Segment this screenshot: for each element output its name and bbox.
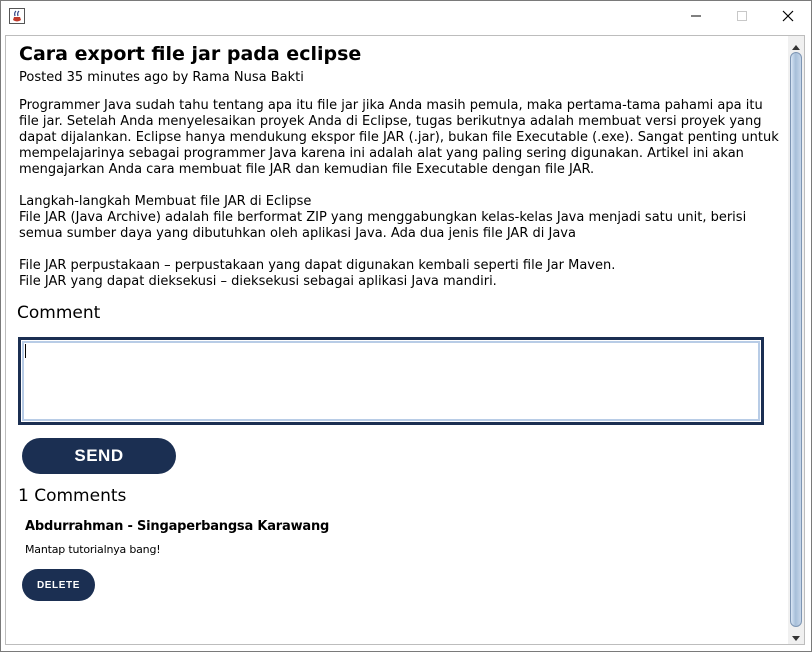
app-window: Cara export file jar pada eclipse Posted… [0,0,812,652]
comment-input[interactable] [18,337,764,425]
article-paragraph: File JAR (Java Archive) adalah file berf… [19,210,747,241]
minimize-button[interactable] [673,1,719,31]
vertical-scrollbar[interactable] [788,36,804,644]
article-paragraph: File JAR perpustakaan – perpustakaan yan… [19,258,616,273]
close-button[interactable] [765,1,811,31]
arrow-down-icon [792,627,800,646]
title-bar[interactable] [1,1,811,31]
maximize-button[interactable] [719,1,765,31]
scroll-up-button[interactable] [788,36,804,52]
article-meta: Posted 35 minutes ago by Rama Nusa Bakti [19,70,304,85]
article-title: Cara export file jar pada eclipse [19,43,362,65]
comment-text: Mantap tutorialnya bang! [25,543,161,556]
scrollbar-thumb[interactable] [790,52,802,627]
article-paragraph: Programmer Java sudah tahu tentang apa i… [19,98,779,177]
article-paragraph: File JAR yang dapat dieksekusi – dieksek… [19,274,497,289]
comment-author: Abdurrahman - Singaperbangsa Karawang [25,519,330,534]
delete-comment-button[interactable]: DELETE [22,569,95,601]
minimize-icon [690,7,702,26]
text-caret [25,344,26,358]
comments-count: 1 Comments [18,486,127,506]
maximize-icon [736,7,748,26]
arrow-up-icon [792,35,800,54]
article-heading: Langkah-langkah Membuat file JAR di Ecli… [19,194,312,209]
java-cup-icon [9,8,25,24]
close-icon [782,7,794,26]
scroll-down-button[interactable] [788,628,804,644]
send-button[interactable]: SEND [22,438,176,474]
article-body: Programmer Java sudah tahu tentang apa i… [19,98,779,290]
comment-label: Comment [17,303,101,323]
